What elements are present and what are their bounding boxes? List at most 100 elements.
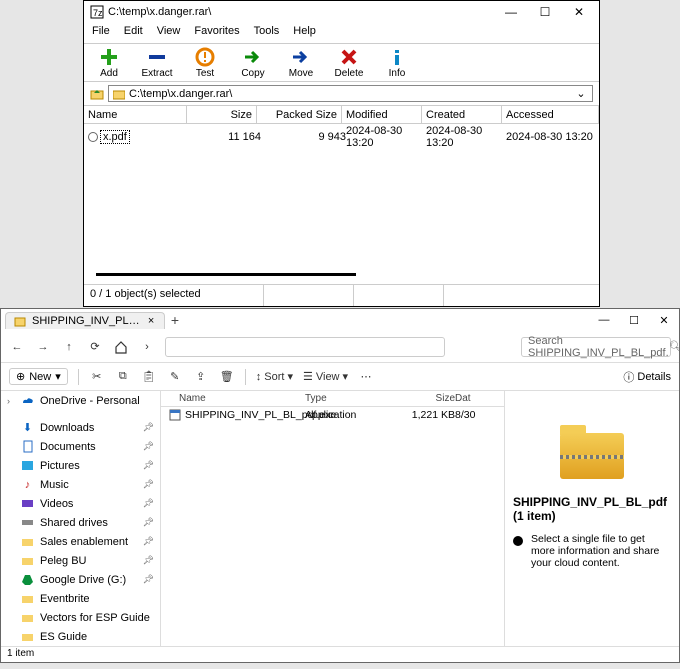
sidebar-item-videos[interactable]: Videos📌︎ xyxy=(1,494,160,513)
address-input[interactable] xyxy=(165,337,445,357)
view-icon: ☰ xyxy=(303,370,313,383)
file-name: x.pdf xyxy=(100,130,130,144)
forward-button[interactable]: → xyxy=(35,339,51,355)
copy-button[interactable]: Copy xyxy=(234,46,272,79)
horizontal-scrollbar[interactable] xyxy=(96,273,356,276)
sidebar-item-downloads[interactable]: ⬇Downloads📌︎ xyxy=(1,418,160,437)
file-list[interactable]: x.pdf 11 164 9 943 2024-08-30 13:20 2024… xyxy=(84,124,599,264)
up-button[interactable]: ↑ xyxy=(61,339,77,355)
delete-button[interactable]: Delete xyxy=(330,46,368,79)
header-date[interactable]: Dat xyxy=(455,393,490,404)
close-button[interactable]: ✕ xyxy=(565,3,593,21)
file-pane[interactable]: Name Type Size Dat SHIPPING_INV_PL_BL_pd… xyxy=(161,391,504,646)
sevenzip-app-icon: 7z xyxy=(90,5,104,19)
menu-view[interactable]: View xyxy=(157,25,181,41)
maximize-button[interactable]: ☐ xyxy=(623,314,645,327)
videos-icon xyxy=(21,497,34,510)
menu-edit[interactable]: Edit xyxy=(124,25,143,41)
test-button[interactable]: Test xyxy=(186,46,224,79)
sidebar-item-sales-enablement[interactable]: Sales enablement📌︎ xyxy=(1,532,160,551)
minimize-button[interactable]: — xyxy=(497,3,525,21)
maximize-button[interactable]: ☐ xyxy=(531,3,559,21)
sidebar-item-peleg-bu[interactable]: Peleg BU📌︎ xyxy=(1,551,160,570)
status-bar: 0 / 1 object(s) selected xyxy=(84,284,599,306)
header-type[interactable]: Type xyxy=(305,393,395,404)
pin-icon: 📌︎ xyxy=(143,441,154,452)
menu-favorites[interactable]: Favorites xyxy=(194,25,239,41)
menu-tools[interactable]: Tools xyxy=(254,25,280,41)
sidebar-item-es-guide[interactable]: ES Guide xyxy=(1,627,160,646)
tab-close-icon[interactable]: × xyxy=(146,315,156,327)
new-tab-button[interactable]: + xyxy=(165,312,185,328)
chevron-down-icon[interactable]: ⌄ xyxy=(574,87,588,100)
sevenzip-titlebar: 7z C:\temp\x.danger.rar\ — ☐ ✕ xyxy=(84,1,599,23)
file-size: 1,221 KB xyxy=(395,409,455,421)
menu-file[interactable]: File xyxy=(92,25,110,41)
move-button[interactable]: Move xyxy=(282,46,320,79)
details-button[interactable]: ⓘ Details xyxy=(623,369,671,385)
header-name[interactable]: Name xyxy=(165,393,305,404)
more-button[interactable]: ⋯ xyxy=(358,369,374,385)
search-input[interactable]: Search SHIPPING_INV_PL_BL_pdf. 🔍︎ xyxy=(521,337,671,357)
minimize-button[interactable]: — xyxy=(593,314,615,327)
menu-help[interactable]: Help xyxy=(293,25,316,41)
home-icon[interactable] xyxy=(113,339,129,355)
column-headers: Name Type Size Dat xyxy=(161,391,504,407)
chevron-right-icon: › xyxy=(7,396,15,406)
minus-icon xyxy=(146,46,168,68)
file-row[interactable]: x.pdf 11 164 9 943 2024-08-30 13:20 2024… xyxy=(84,124,599,150)
nav-bar: ← → ↑ ⟳ › Search SHIPPING_INV_PL_BL_pdf.… xyxy=(1,331,679,363)
add-button[interactable]: Add xyxy=(90,46,128,79)
header-created[interactable]: Created xyxy=(422,106,502,123)
chevron-right-icon[interactable]: › xyxy=(139,339,155,355)
rename-button[interactable]: ✎ xyxy=(167,369,183,385)
sidebar-item-vectors[interactable]: Vectors for ESP Guide xyxy=(1,608,160,627)
extract-button[interactable]: Extract xyxy=(138,46,176,79)
sidebar-item-eventbrite[interactable]: Eventbrite xyxy=(1,589,160,608)
explorer-tab[interactable]: SHIPPING_INV_PL_BL_pdf.rar × xyxy=(5,312,165,329)
sidebar-item-documents[interactable]: Documents📌︎ xyxy=(1,437,160,456)
window-title: C:\temp\x.danger.rar\ xyxy=(108,6,497,18)
header-modified[interactable]: Modified xyxy=(342,106,422,123)
test-icon xyxy=(194,46,216,68)
header-name[interactable]: Name xyxy=(84,106,187,123)
main-pane: Name Type Size Dat SHIPPING_INV_PL_BL_pd… xyxy=(161,391,679,646)
share-button[interactable]: ⇪ xyxy=(193,369,209,385)
sort-button[interactable]: ↕ Sort ▾ xyxy=(256,370,293,383)
file-created: 2024-08-30 13:20 xyxy=(426,125,506,149)
close-button[interactable]: ✕ xyxy=(653,314,675,327)
onedrive-icon xyxy=(21,394,34,407)
pin-icon: 📌︎ xyxy=(143,460,154,471)
header-packed-size[interactable]: Packed Size xyxy=(257,106,342,123)
sidebar-item-onedrive[interactable]: › OneDrive - Personal xyxy=(1,391,160,410)
preview-title: SHIPPING_INV_PL_BL_pdf (1 item) xyxy=(513,495,671,523)
new-button[interactable]: ⊕ New ▾ xyxy=(9,368,68,385)
toolbar: Add Extract Test Copy Move Delete Info xyxy=(84,43,599,82)
path-input[interactable]: C:\temp\x.danger.rar\ ⌄ xyxy=(108,85,593,102)
file-type-icon xyxy=(88,132,98,142)
sevenzip-window: 7z C:\temp\x.danger.rar\ — ☐ ✕ File Edit… xyxy=(83,0,600,307)
details-pane: SHIPPING_INV_PL_BL_pdf (1 item) Select a… xyxy=(504,391,679,646)
sidebar-item-shared-drives[interactable]: Shared drives📌︎ xyxy=(1,513,160,532)
folder-icon xyxy=(21,611,34,624)
sidebar-item-music[interactable]: ♪Music📌︎ xyxy=(1,475,160,494)
back-button[interactable]: ← xyxy=(9,339,25,355)
view-button[interactable]: ☰ View ▾ xyxy=(303,370,348,383)
paste-button[interactable]: 📋︎ xyxy=(141,369,157,385)
sidebar-item-google-drive[interactable]: Google Drive (G:)📌︎ xyxy=(1,570,160,589)
info-button[interactable]: Info xyxy=(378,46,416,79)
up-folder-icon[interactable] xyxy=(90,87,104,101)
file-type: Application xyxy=(305,409,395,421)
music-icon: ♪ xyxy=(21,478,34,491)
refresh-button[interactable]: ⟳ xyxy=(87,339,103,355)
header-size[interactable]: Size xyxy=(187,106,257,123)
sidebar-item-pictures[interactable]: Pictures📌︎ xyxy=(1,456,160,475)
copy-button[interactable]: ⧉ xyxy=(115,369,131,385)
cut-button[interactable]: ✂ xyxy=(89,369,105,385)
pin-icon: 📌︎ xyxy=(143,422,154,433)
header-size[interactable]: Size xyxy=(395,393,455,404)
file-row[interactable]: SHIPPING_INV_PL_BL_pdf.exe Application 1… xyxy=(161,407,504,423)
delete-button[interactable]: 🗑︎ xyxy=(219,369,235,385)
copy-icon xyxy=(242,46,264,68)
header-accessed[interactable]: Accessed xyxy=(502,106,599,123)
